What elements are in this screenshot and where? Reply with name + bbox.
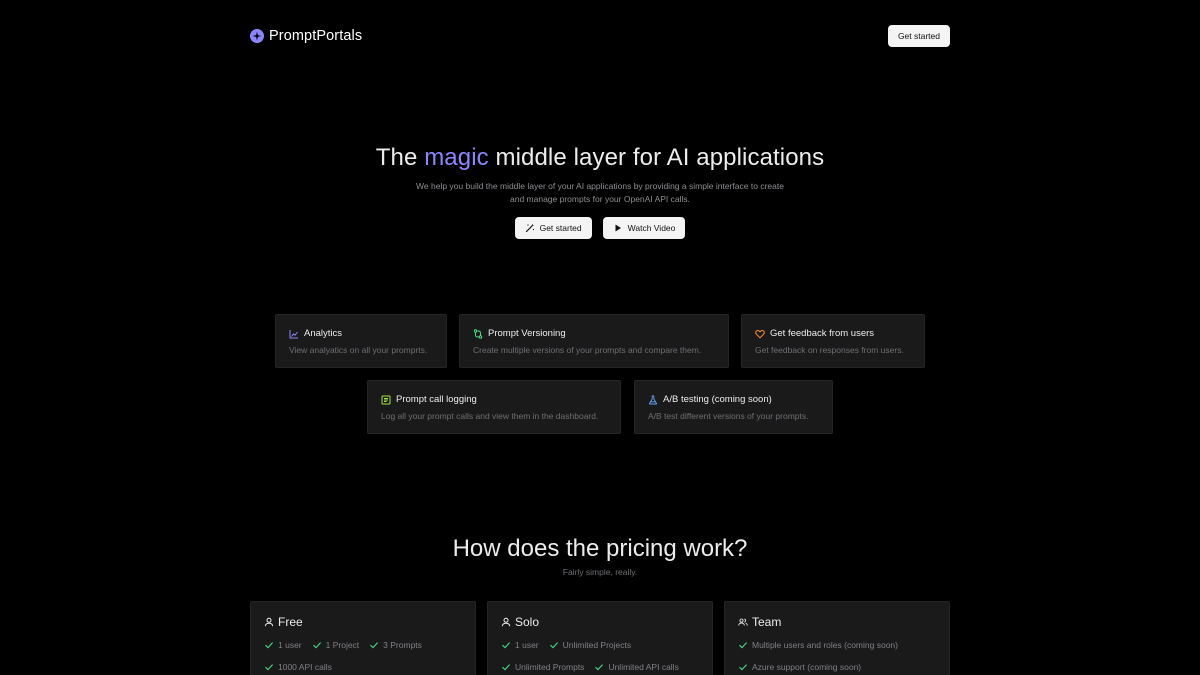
plan-feature: 1 user xyxy=(264,640,302,650)
plan-feature: 3 Prompts xyxy=(369,640,422,650)
check-icon xyxy=(369,640,379,650)
feature-card-analytics: Analytics View analyatics on all your pr… xyxy=(275,314,447,368)
feature-desc: A/B test different versions of your prom… xyxy=(648,411,809,421)
plan-feature-row: 1 user 1 Project 3 Prompts xyxy=(264,640,462,650)
users-icon xyxy=(738,617,748,627)
plan-card-team: Team Multiple users and roles (coming so… xyxy=(724,601,950,675)
plan-card-free: Free 1 user 1 Project 3 Prompts 1000 API… xyxy=(250,601,476,675)
feature-title: A/B testing (coming soon) xyxy=(663,394,772,405)
plan-feature-label: 1000 API calls xyxy=(278,662,332,672)
watch-video-button[interactable]: Watch Video xyxy=(602,217,686,239)
feature-card-logging: Prompt call logging Log all your prompt … xyxy=(367,380,621,434)
plan-feature: Multiple users and roles (coming soon) xyxy=(738,640,898,650)
hero-get-started-button[interactable]: Get started xyxy=(514,217,592,239)
plan-feature-label: 1 Project xyxy=(325,640,360,650)
magic-wand-icon xyxy=(525,223,535,233)
plan-feature-row: Azure support (coming soon) xyxy=(738,662,936,672)
user-icon xyxy=(501,617,511,627)
check-icon xyxy=(501,662,511,672)
pricing-title: How does the pricing work? xyxy=(452,535,748,562)
feature-desc: Get feedback on responses from users. xyxy=(755,345,904,355)
hero-title: The magic middle layer for AI applicatio… xyxy=(0,144,1200,172)
flask-icon xyxy=(648,395,658,405)
plan-feature: Azure support (coming soon) xyxy=(738,662,861,672)
logo-icon xyxy=(250,29,264,43)
plan-feature-label: Unlimited Prompts xyxy=(515,662,585,672)
chart-icon xyxy=(289,329,299,339)
plan-feature: Unlimited Prompts xyxy=(501,662,584,672)
feature-card-feedback: Get feedback from users Get feedback on … xyxy=(741,314,925,368)
plan-feature-row: 1 user Unlimited Projects xyxy=(501,640,699,650)
plan-feature-label: Unlimited API calls xyxy=(608,662,679,672)
feature-card-versioning: Prompt Versioning Create multiple versio… xyxy=(459,314,729,368)
brand[interactable]: PromptPortals xyxy=(250,28,362,44)
plan-feature: 1 user xyxy=(501,640,539,650)
check-icon xyxy=(264,662,274,672)
user-icon xyxy=(264,617,274,627)
hero-actions: Get started Watch Video xyxy=(0,217,1200,239)
feature-desc: View analyatics on all your promprts. xyxy=(289,345,428,355)
plan-feature-row: Multiple users and roles (coming soon) xyxy=(738,640,936,650)
check-icon xyxy=(738,662,748,672)
plan-feature-label: Multiple users and roles (coming soon) xyxy=(752,640,898,650)
plan-feature-label: Azure support (coming soon) xyxy=(752,662,862,672)
check-icon xyxy=(501,640,511,650)
play-icon xyxy=(613,223,623,233)
feature-title: Prompt Versioning xyxy=(488,328,566,339)
top-nav: PromptPortals Get started xyxy=(250,25,950,47)
feature-title: Analytics xyxy=(304,328,343,339)
plan-name: Free xyxy=(278,615,303,629)
header-get-started-button[interactable]: Get started xyxy=(887,25,950,47)
plan-name: Team xyxy=(752,615,782,629)
plan-feature-row: 1000 API calls xyxy=(264,662,462,672)
feature-desc: Log all your prompt calls and view them … xyxy=(381,411,599,421)
plan-feature-label: 1 user xyxy=(515,640,539,650)
hero-subtitle: We help you build the middle layer of yo… xyxy=(416,181,784,204)
feature-desc: Create multiple versions of your prompts… xyxy=(473,345,702,355)
plan-feature: Unlimited API calls xyxy=(594,662,679,672)
plan-feature-row: Unlimited Prompts Unlimited API calls xyxy=(501,662,699,672)
pricing-subtitle: Fairly simple, really. xyxy=(562,567,638,577)
plan-name: Solo xyxy=(515,615,540,629)
plan-card-solo: Solo 1 user Unlimited Projects Unlimited… xyxy=(487,601,713,675)
hero-title-post: middle layer for AI applications xyxy=(488,144,825,171)
pricing-section: How does the pricing work? Fairly simple… xyxy=(0,535,1200,577)
check-icon xyxy=(738,640,748,650)
feature-title: Prompt call logging xyxy=(396,394,477,405)
check-icon xyxy=(549,640,559,650)
plan-feature-label: Unlimited Projects xyxy=(562,640,632,650)
feature-card-ab-testing: A/B testing (coming soon) A/B test diffe… xyxy=(634,380,833,434)
log-icon xyxy=(381,395,391,405)
hero-title-highlight: magic xyxy=(424,144,489,171)
check-icon xyxy=(312,640,322,650)
hero-get-started-label: Get started xyxy=(539,223,582,233)
heart-icon xyxy=(755,329,765,339)
watch-video-label: Watch Video xyxy=(627,223,676,233)
hero-title-pre: The xyxy=(375,144,425,171)
check-icon xyxy=(264,640,274,650)
plan-feature: 1 Project xyxy=(312,640,360,650)
hero-section: The magic middle layer for AI applicatio… xyxy=(0,144,1200,239)
plan-feature: 1000 API calls xyxy=(264,662,332,672)
plan-feature-label: 3 Prompts xyxy=(383,640,422,650)
branch-icon xyxy=(473,328,483,339)
plan-feature-label: 1 user xyxy=(278,640,302,650)
check-icon xyxy=(594,662,604,672)
brand-name: PromptPortals xyxy=(269,28,363,44)
feature-title: Get feedback from users xyxy=(770,328,875,339)
plan-feature: Unlimited Projects xyxy=(549,640,632,650)
